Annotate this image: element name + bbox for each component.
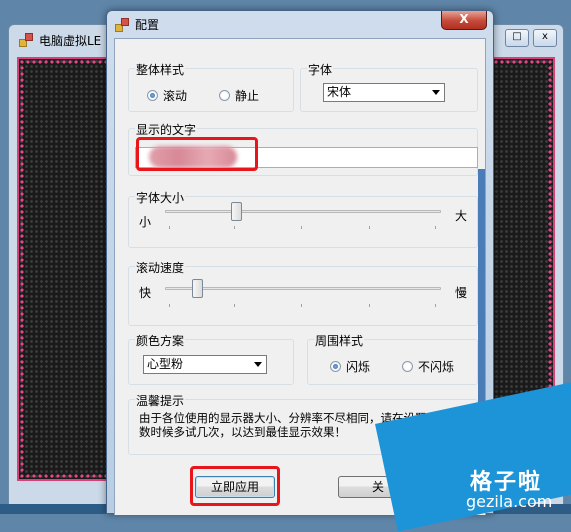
chevron-down-icon — [254, 362, 262, 367]
font-select-value: 宋体 — [327, 85, 352, 99]
radio-dot-selected — [330, 361, 341, 372]
app-icon — [19, 33, 33, 47]
display-text-label: 显示的文字 — [135, 121, 198, 138]
font-size-max-label: 大 — [455, 209, 468, 223]
radio-blink-label: 闪烁 — [346, 360, 371, 374]
font-size-track — [165, 210, 441, 213]
scroll-speed-track — [165, 287, 441, 290]
maximize-button[interactable]: □ — [505, 29, 529, 47]
radio-dot-selected — [147, 90, 158, 101]
font-size-label: 字体大小 — [135, 189, 186, 206]
tips-label: 温馨提示 — [135, 392, 186, 409]
dialog-close-button[interactable]: X — [441, 11, 487, 30]
border-style-group: 周围样式 闪烁 不闪烁 — [307, 332, 478, 385]
highlight-box-apply — [190, 466, 280, 506]
color-scheme-value: 心型粉 — [147, 357, 184, 371]
dialog-titlebar: 配置 — [115, 16, 159, 33]
font-group: 字体 宋体 — [300, 61, 478, 112]
overall-style-label: 整体样式 — [135, 61, 186, 78]
radio-dot — [219, 90, 230, 101]
font-select[interactable]: 宋体 — [323, 83, 445, 102]
tick — [301, 304, 302, 307]
tick — [169, 304, 170, 307]
highlight-box-text — [136, 137, 258, 171]
tick — [234, 304, 235, 307]
font-size-min-label: 小 — [139, 215, 152, 229]
radio-no-blink-label: 不闪烁 — [418, 360, 455, 374]
overall-style-group: 整体样式 滚动 静止 — [128, 61, 294, 112]
scroll-speed-slider[interactable] — [191, 279, 203, 298]
font-size-group: 字体大小 小 大 — [128, 189, 478, 248]
font-size-slider[interactable] — [231, 202, 243, 221]
led-window-controls: □ x — [505, 29, 557, 47]
color-scheme-group: 颜色方案 心型粉 — [128, 332, 294, 385]
tick — [435, 304, 436, 307]
scroll-speed-min-label: 快 — [139, 286, 152, 300]
tick — [369, 226, 370, 229]
radio-static-label: 静止 — [235, 89, 260, 103]
radio-dot — [402, 361, 413, 372]
dialog-title: 配置 — [135, 18, 160, 32]
radio-scroll-label: 滚动 — [163, 89, 188, 103]
tick — [301, 226, 302, 229]
tick — [369, 304, 370, 307]
chevron-down-icon — [432, 90, 440, 95]
radio-no-blink[interactable]: 不闪烁 — [402, 358, 454, 375]
font-label: 字体 — [307, 61, 334, 78]
led-window-title: 电脑虚拟LE — [39, 33, 102, 48]
scroll-speed-max-label: 慢 — [455, 286, 468, 300]
color-scheme-select[interactable]: 心型粉 — [143, 355, 267, 374]
scroll-speed-label: 滚动速度 — [135, 259, 186, 276]
radio-static[interactable]: 静止 — [219, 87, 259, 104]
border-style-label: 周围样式 — [314, 332, 365, 349]
radio-scroll[interactable]: 滚动 — [147, 87, 187, 104]
tick — [435, 226, 436, 229]
app-icon — [115, 17, 129, 32]
led-window-titlebar: 电脑虚拟LE — [19, 31, 101, 49]
scroll-speed-group: 滚动速度 快 慢 — [128, 259, 478, 326]
close-button[interactable]: x — [533, 29, 557, 47]
watermark-url: gezila.com — [466, 492, 553, 511]
color-scheme-label: 颜色方案 — [135, 332, 186, 349]
radio-blink[interactable]: 闪烁 — [330, 358, 370, 375]
tick — [234, 226, 235, 229]
tick — [169, 226, 170, 229]
